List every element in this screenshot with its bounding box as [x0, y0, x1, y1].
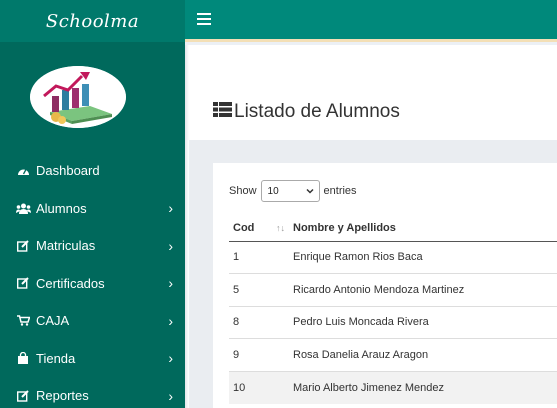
sidebar-item-caja[interactable]: CAJA ›: [0, 302, 185, 340]
cart-icon: [15, 314, 31, 328]
content-edge: [185, 45, 189, 408]
column-header-nombre[interactable]: Nombre y Apellidos: [289, 215, 557, 242]
list-icon: [213, 101, 232, 123]
table-row[interactable]: 8 Pedro Luis Moncada Rivera: [229, 305, 557, 339]
edit-icon: [15, 389, 31, 403]
main-content: Listado de Alumnos Show 10 entries Cod ↑…: [185, 45, 557, 408]
edit-icon: [15, 239, 31, 253]
logo-area: [0, 42, 185, 152]
page-title-text: Listado de Alumnos: [234, 101, 400, 122]
page-title: Listado de Alumnos: [213, 101, 400, 123]
page-size-control: Show 10 entries: [229, 180, 357, 202]
sidebar-item-label: Tienda: [36, 350, 76, 366]
cod-cell: 8: [229, 305, 289, 339]
page-size-value: 10: [267, 185, 279, 197]
chevron-right-icon: ›: [168, 350, 173, 367]
students-table: Cod ↑↓ Nombre y Apellidos 1 Enrique Ramo…: [229, 215, 557, 404]
sidebar-item-label: Certificados: [36, 275, 105, 291]
chevron-right-icon: ›: [168, 200, 173, 217]
students-table-card: Show 10 entries Cod ↑↓ Nombre y Apellido…: [213, 163, 557, 408]
sidebar-item-label: CAJA: [36, 313, 70, 329]
sidebar-item-matriculas[interactable]: Matriculas ›: [0, 227, 185, 265]
nombre-cell: Mario Alberto Jimenez Mendez: [289, 370, 557, 404]
sidebar-item-label: Reportes: [36, 388, 89, 404]
bag-icon: [15, 351, 31, 365]
column-header-cod[interactable]: Cod ↑↓: [229, 215, 289, 242]
sidebar-menu: Dashboard Alumnos › Matriculas › Certifi…: [0, 152, 185, 408]
table-row[interactable]: 9 Rosa Danelia Arauz Aragon: [229, 338, 557, 371]
sidebar-item-label: Alumnos: [36, 200, 87, 216]
sidebar-item-label: Dashboard: [36, 163, 100, 179]
sidebar-item-label: Matriculas: [36, 238, 96, 254]
finance-chart-logo-icon: [29, 66, 126, 128]
sidebar-item-certificados[interactable]: Certificados ›: [0, 265, 185, 303]
cod-cell: 10: [229, 370, 289, 404]
cod-cell: 1: [229, 240, 289, 274]
chevron-right-icon: ›: [168, 237, 173, 254]
sidebar-item-tienda[interactable]: Tienda ›: [0, 340, 185, 378]
chevron-right-icon: ›: [168, 275, 173, 292]
nombre-cell: Enrique Ramon Rios Baca: [289, 240, 557, 274]
brand-logo[interactable]: Schoolma: [0, 0, 185, 42]
nombre-cell: Rosa Danelia Arauz Aragon: [289, 338, 557, 371]
table-row[interactable]: 5 Ricardo Antonio Mendoza Martinez: [229, 273, 557, 306]
edit-icon: [15, 276, 31, 290]
sidebar-item-alumnos[interactable]: Alumnos ›: [0, 190, 185, 228]
dashboard-icon: [15, 164, 31, 178]
users-icon: [15, 201, 31, 215]
table-row[interactable]: 10 Mario Alberto Jimenez Mendez: [229, 370, 557, 404]
sidebar: Schoolma Dashboard Alumnos › Matriculas …: [0, 0, 185, 408]
show-label: Show: [229, 185, 257, 197]
cod-cell: 5: [229, 273, 289, 306]
nombre-cell: Ricardo Antonio Mendoza Martinez: [289, 273, 557, 306]
table-row[interactable]: 1 Enrique Ramon Rios Baca: [229, 240, 557, 274]
entries-label: entries: [323, 185, 357, 197]
chevron-down-icon: [306, 187, 314, 195]
sidebar-item-reportes[interactable]: Reportes ›: [0, 377, 185, 408]
sort-icon: ↑↓: [276, 223, 285, 233]
chevron-right-icon: ›: [168, 387, 173, 404]
nombre-cell: Pedro Luis Moncada Rivera: [289, 305, 557, 339]
hamburger-menu-icon[interactable]: [197, 13, 211, 25]
chevron-right-icon: ›: [168, 312, 173, 329]
top-navbar: [185, 0, 557, 42]
sidebar-item-dashboard[interactable]: Dashboard: [0, 152, 185, 190]
page-size-select[interactable]: 10: [260, 180, 320, 202]
cod-cell: 9: [229, 338, 289, 371]
